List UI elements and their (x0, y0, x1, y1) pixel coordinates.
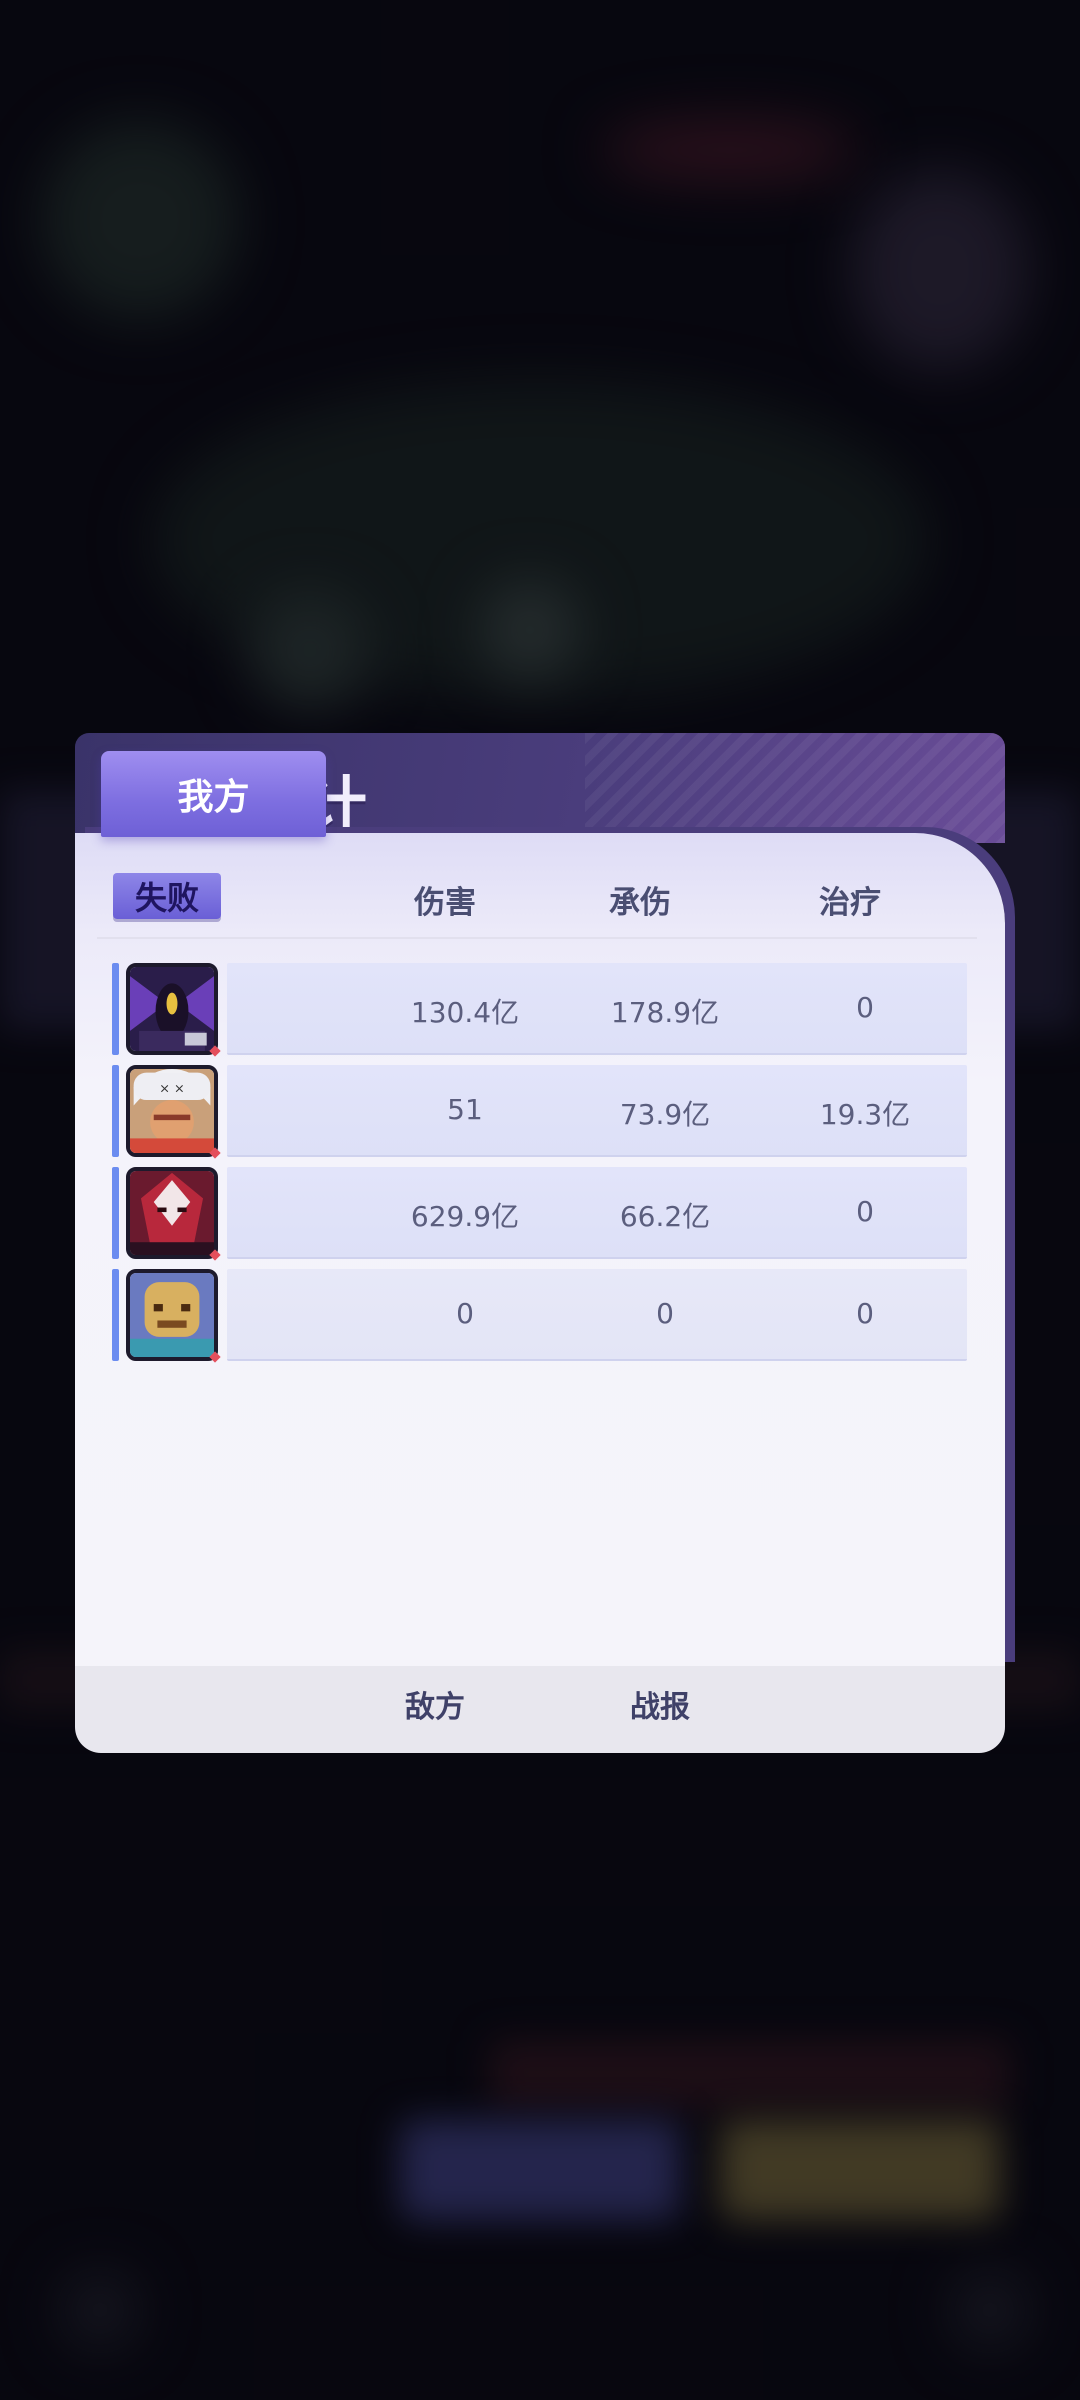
row-accent (112, 1065, 119, 1157)
white-bear-hood-hero-portrait-icon[interactable]: × × (126, 1065, 218, 1157)
hero-damage-value: 629.9亿 (410, 1200, 520, 1233)
hero-damage-taken-value: 178.9亿 (610, 996, 720, 1029)
hero-healing-value: 0 (856, 1195, 874, 1228)
hero-healing-value: 19.3亿 (819, 1098, 911, 1131)
header-divider (97, 937, 977, 939)
hero-damage-taken-value: 66.2亿 (619, 1200, 711, 1233)
column-header-damage: 伤害 (414, 885, 476, 921)
tab-enemy[interactable]: 敌方 (345, 1660, 525, 1747)
svg-text:× ×: × × (159, 1082, 184, 1097)
hero-damage-value: 51 (447, 1093, 483, 1126)
hero-damage-taken-value: 0 (656, 1297, 674, 1330)
hero-row: × × 51 73.9亿 19.3亿 (112, 1065, 972, 1159)
column-header-damage-taken: 承伤 (609, 885, 671, 921)
hero-row: 0 0 0 (112, 1269, 972, 1363)
tab-bar: 敌方 战报 (75, 1666, 1005, 1753)
row-accent (112, 963, 119, 1055)
dark-winged-hero-portrait-icon[interactable] (126, 963, 218, 1055)
row-accent (112, 1269, 119, 1361)
hero-healing-value: 0 (856, 991, 874, 1024)
result-badge: 失败 (113, 873, 221, 919)
red-mask-hero-portrait-icon[interactable] (126, 1167, 218, 1259)
hero-stats-list: 130.4亿 178.9亿 0 × × 51 73.9亿 19.3亿 629.9… (112, 963, 972, 1371)
column-header-healing: 治疗 (819, 885, 881, 921)
tab-battle-report[interactable]: 战报 (570, 1660, 750, 1747)
hero-damage-taken-value: 73.9亿 (619, 1098, 711, 1131)
golden-mask-hero-portrait-icon[interactable] (126, 1269, 218, 1361)
hero-row: 130.4亿 178.9亿 0 (112, 963, 972, 1057)
row-accent (112, 1167, 119, 1259)
battle-stats-dialog: 战斗统计 失败 伤害 承伤 治疗 (75, 733, 1005, 1753)
hero-healing-value: 0 (856, 1297, 874, 1330)
dialog-body: 失败 伤害 承伤 治疗 130.4亿 178.9亿 0 × × 51 73.9亿… (75, 833, 1005, 1668)
hero-damage-value: 130.4亿 (410, 996, 520, 1029)
tab-my-side[interactable]: 我方 (101, 751, 326, 837)
hero-damage-value: 0 (456, 1297, 474, 1330)
hero-row: 629.9亿 66.2亿 0 (112, 1167, 972, 1261)
